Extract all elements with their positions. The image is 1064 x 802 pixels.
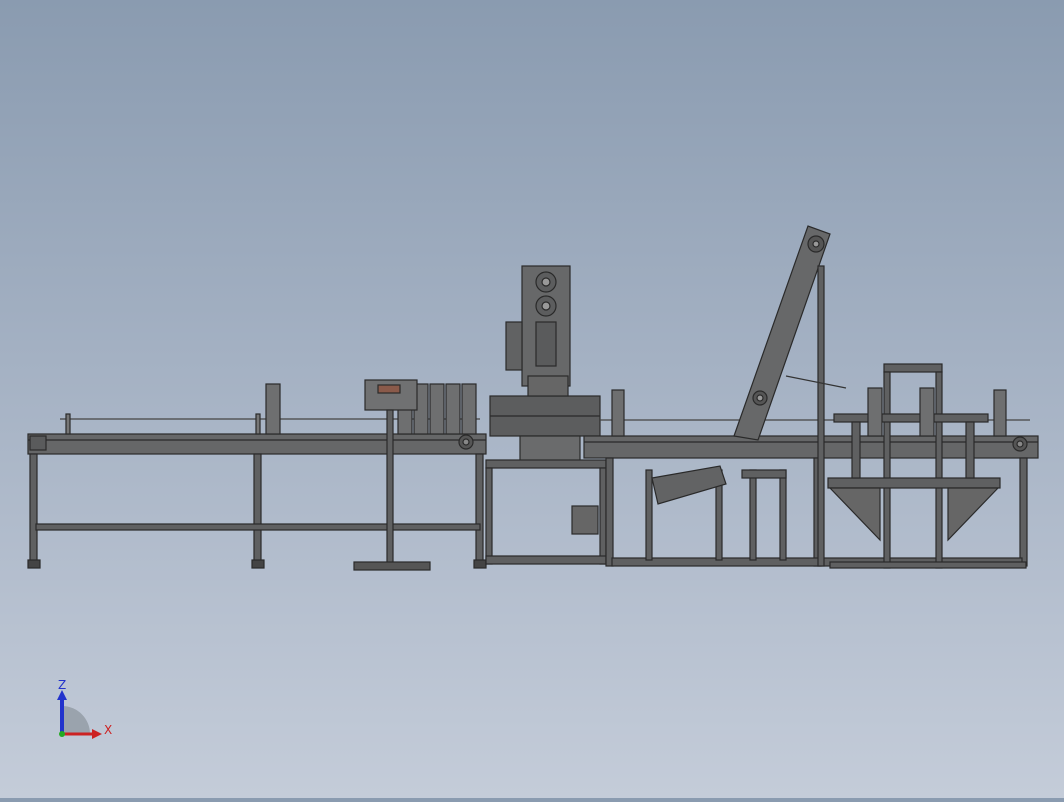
y-axis-dot xyxy=(59,731,65,737)
axis-triad: Z X xyxy=(48,676,118,746)
infeed-conveyor xyxy=(27,413,487,569)
z-axis-label: Z xyxy=(58,678,66,692)
x-axis-label: X xyxy=(104,723,112,737)
triad-quadrant xyxy=(62,706,90,734)
assembly-drawing xyxy=(27,225,1039,571)
cad-viewport[interactable] xyxy=(0,0,1064,798)
x-axis-head xyxy=(92,729,102,739)
capping-machine xyxy=(485,265,607,565)
